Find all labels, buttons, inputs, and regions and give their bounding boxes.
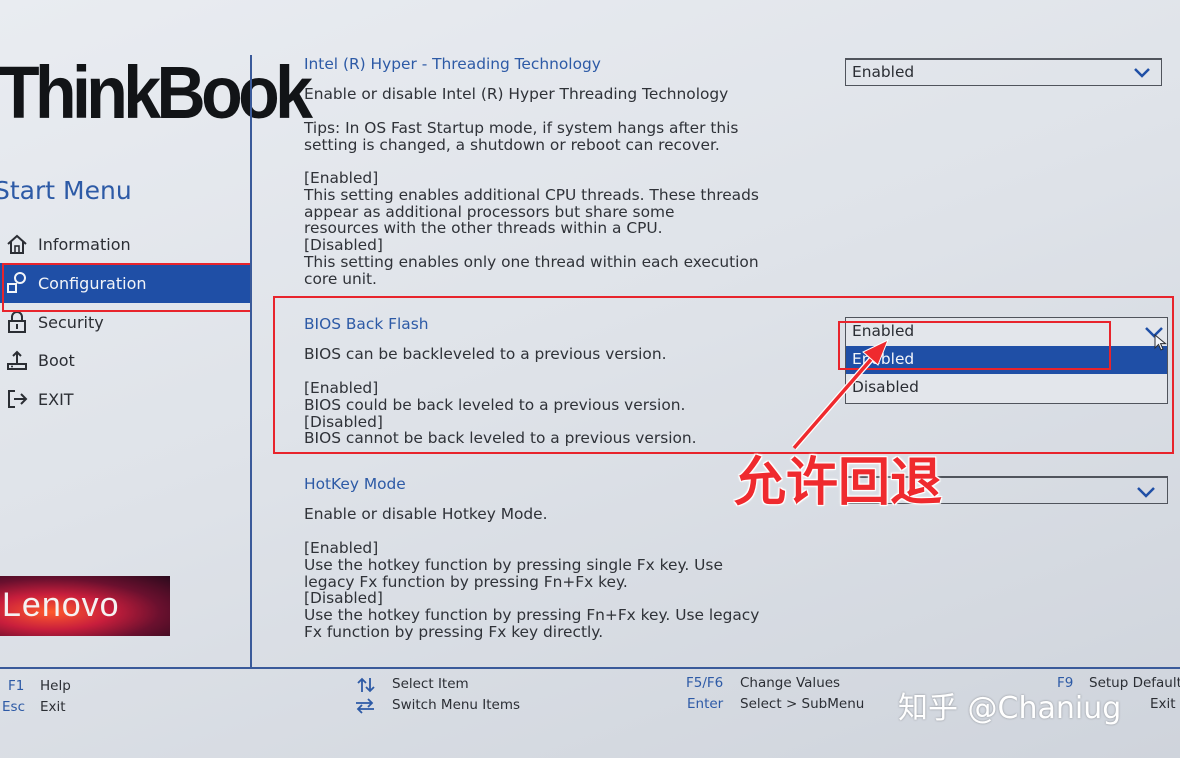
footer-key-f1: F1 <box>8 678 25 694</box>
annotation-arrow <box>791 338 889 450</box>
footer-desc-switch-menu: Switch Menu Items <box>392 697 521 713</box>
left-right-arrows-icon <box>354 698 376 718</box>
watermark: 知乎 @Chaniug <box>898 691 1122 726</box>
footer-desc-submenu: Select > SubMenu <box>740 696 865 712</box>
footer-desc-exit-f10: Exit <box>1150 696 1176 712</box>
up-down-arrows-icon <box>356 676 376 698</box>
footer-desc-select-item: Select Item <box>392 676 469 692</box>
footer-key-f5f6: F5/F6 <box>686 675 724 691</box>
annotation-label: 允许回退 <box>734 453 943 513</box>
footer-desc-exit: Exit <box>40 699 66 715</box>
footer-key-enter: Enter <box>687 696 724 712</box>
footer-desc-change-values: Change Values <box>740 675 841 691</box>
footer-key-esc: Esc <box>2 699 25 715</box>
footer-divider <box>0 667 1180 669</box>
footer-desc-help: Help <box>40 678 71 694</box>
